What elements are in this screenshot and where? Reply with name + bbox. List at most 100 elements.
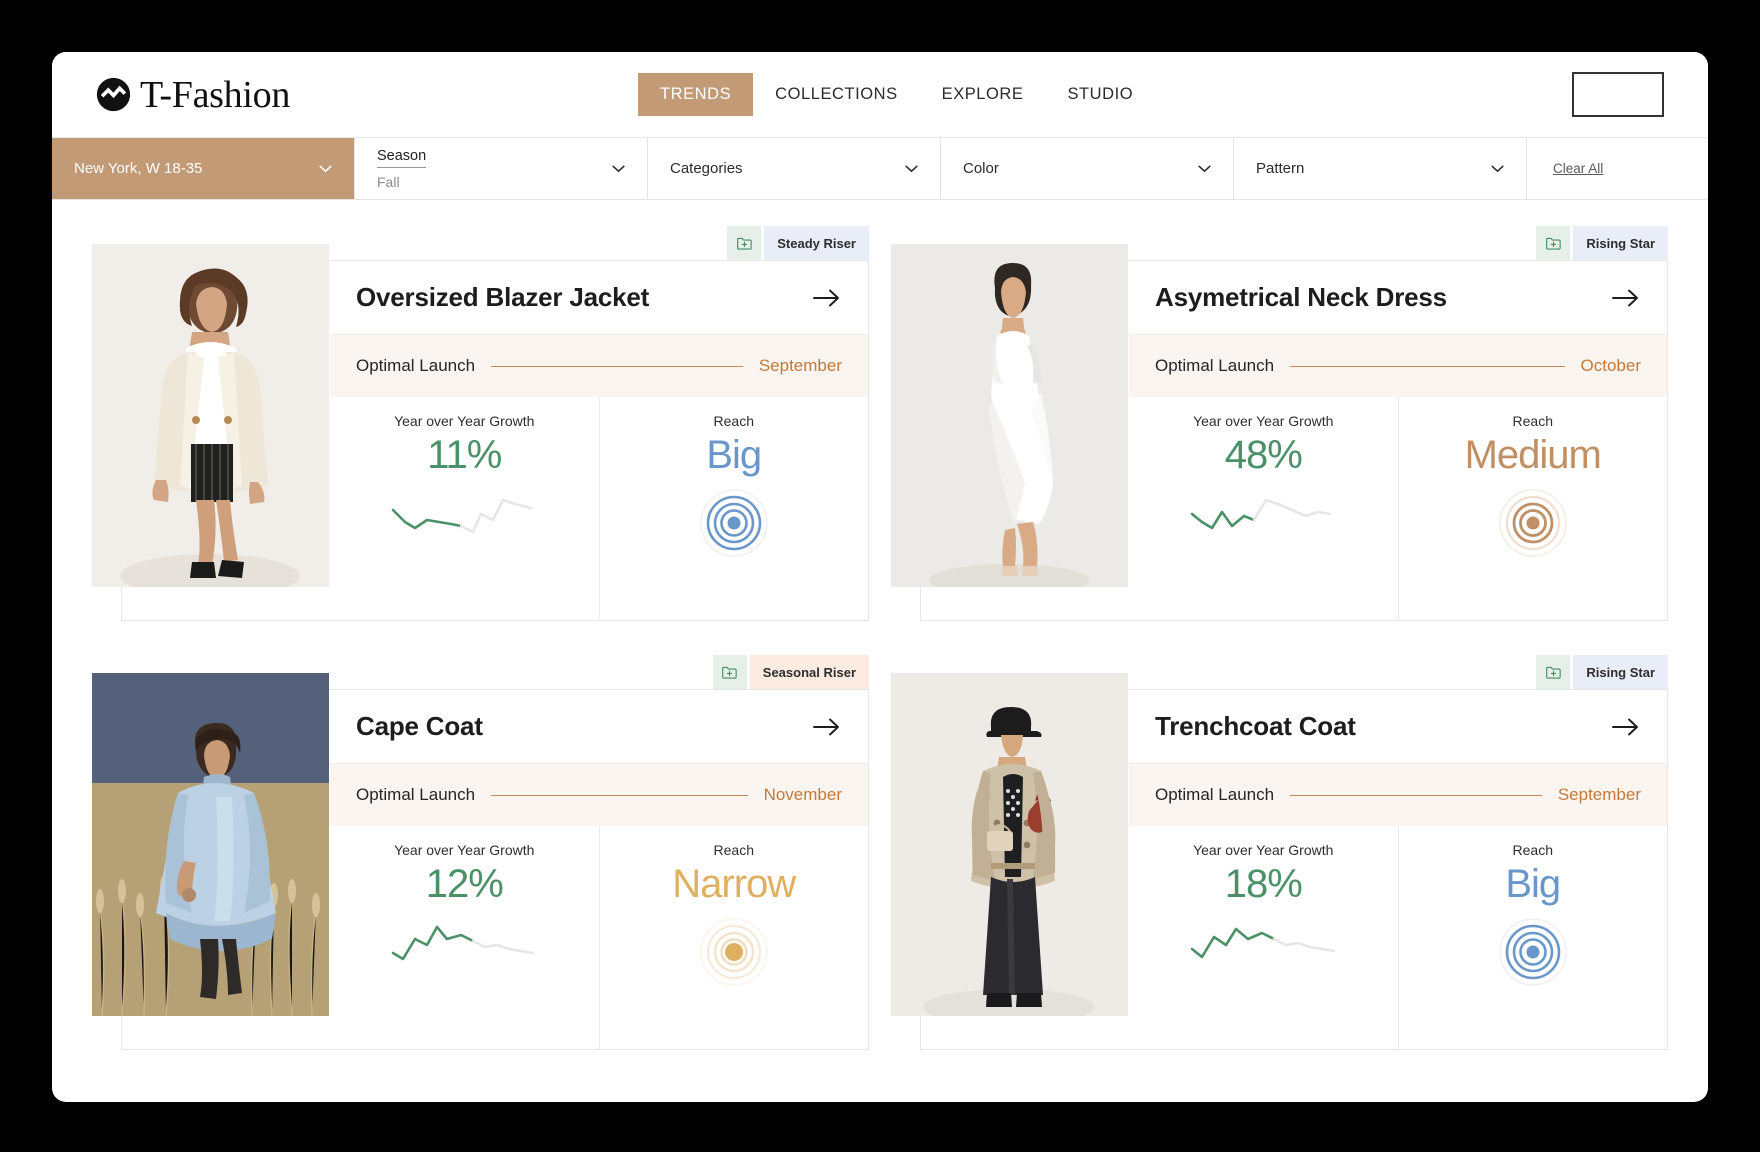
model-in-cream-oversized-blazer-illustration — [92, 244, 329, 587]
trend-photo — [92, 244, 329, 587]
filter-season[interactable]: Season Fall — [354, 138, 647, 199]
reach-label: Reach — [1512, 413, 1553, 429]
filter-color[interactable]: Color — [940, 138, 1233, 199]
card-metrics: Year over Year Growth 48% Reach Medium — [1129, 397, 1667, 620]
arrow-right-icon[interactable] — [812, 716, 842, 738]
card-title-row: Cape Coat — [330, 690, 868, 764]
card-title: Trenchcoat Coat — [1155, 711, 1356, 741]
main-nav: TRENDS COLLECTIONS EXPLORE STUDIO — [638, 73, 1155, 116]
optimal-launch-row: Optimal Launch September — [1129, 764, 1667, 826]
card-badges: Rising Star — [1536, 655, 1668, 689]
folder-plus-icon — [1546, 237, 1561, 250]
filter-categories[interactable]: Categories — [647, 138, 940, 199]
sparkline-icon — [391, 925, 535, 961]
sparkline-icon — [1190, 927, 1336, 959]
save-to-collection-button[interactable] — [712, 655, 747, 689]
optimal-launch-month: September — [758, 356, 842, 375]
filter-bar: New York, W 18-35 Season Fall Categories… — [52, 137, 1708, 200]
model-in-light-blue-cape-coat-in-field-illustration — [92, 673, 329, 1016]
growth-value: 12% — [425, 862, 504, 906]
card-badges: Steady Riser — [727, 226, 869, 260]
wave-circle-logo-icon — [96, 77, 131, 112]
filter-season-label: Season — [377, 148, 427, 168]
reach-value: Big — [706, 433, 762, 477]
metric-growth: Year over Year Growth 11% — [330, 397, 599, 620]
trend-photo — [92, 673, 329, 1016]
brand-name: T-Fashion — [140, 73, 291, 116]
filter-pattern[interactable]: Pattern — [1233, 138, 1526, 199]
filter-pattern-label: Pattern — [1256, 160, 1305, 177]
filter-location-label: New York, W 18-35 — [74, 160, 203, 177]
growth-value: 18% — [1224, 862, 1303, 906]
save-to-collection-button[interactable] — [1536, 655, 1571, 689]
metric-reach: Reach Big — [598, 397, 869, 620]
model-in-beige-trenchcoat-with-cap-illustration — [891, 673, 1128, 1016]
folder-plus-icon — [722, 666, 737, 679]
filter-color-label: Color — [963, 160, 999, 177]
trend-card[interactable]: Seasonal Riser Cape Coat Optimal Launch … — [92, 655, 869, 1050]
nav-tab-studio[interactable]: STUDIO — [1045, 73, 1155, 116]
clear-all-link[interactable]: Clear All — [1553, 161, 1603, 176]
reach-label: Reach — [713, 413, 754, 429]
optimal-launch-row: Optimal Launch November — [330, 764, 868, 826]
card-title-row: Asymetrical Neck Dress — [1129, 261, 1667, 335]
chevron-down-icon — [612, 165, 625, 172]
filter-categories-label: Categories — [670, 160, 743, 177]
save-to-collection-button[interactable] — [727, 226, 762, 260]
growth-label: Year over Year Growth — [394, 842, 535, 858]
reach-value: Medium — [1464, 433, 1602, 477]
arrow-right-icon[interactable] — [812, 287, 842, 309]
trend-type-badge: Seasonal Riser — [749, 655, 869, 689]
app-window: T-Fashion TRENDS COLLECTIONS EXPLORE STU… — [52, 52, 1708, 1102]
metric-growth: Year over Year Growth 12% — [330, 826, 599, 1049]
card-metrics: Year over Year Growth 11% Reach Big — [330, 397, 868, 620]
trend-photo — [891, 673, 1128, 1016]
metric-growth: Year over Year Growth 48% — [1129, 397, 1398, 620]
filter-location[interactable]: New York, W 18-35 — [52, 138, 354, 199]
reach-value: Narrow — [672, 862, 796, 906]
account-button[interactable] — [1572, 72, 1664, 117]
optimal-launch-month: October — [1580, 356, 1641, 375]
filter-clear-container: Clear All — [1526, 138, 1708, 199]
arrow-right-icon[interactable] — [1611, 287, 1641, 309]
nav-tab-explore[interactable]: EXPLORE — [920, 73, 1046, 116]
card-title: Cape Coat — [356, 711, 483, 741]
optimal-launch-row: Optimal Launch October — [1129, 335, 1667, 397]
brand[interactable]: T-Fashion — [96, 73, 290, 117]
card-title: Asymetrical Neck Dress — [1155, 282, 1447, 312]
nav-tab-trends[interactable]: TRENDS — [638, 73, 754, 116]
optimal-launch-label: Optimal Launch — [356, 356, 476, 375]
metric-reach: Reach Big — [1397, 826, 1668, 1049]
metric-reach: Reach Medium — [1397, 397, 1668, 620]
concentric-target-icon — [1498, 918, 1567, 986]
trend-card[interactable]: Steady Riser Oversized Blazer Jacket Opt… — [92, 226, 869, 621]
optimal-launch-label: Optimal Launch — [1155, 785, 1275, 804]
reach-label: Reach — [1512, 842, 1553, 858]
growth-label: Year over Year Growth — [1193, 413, 1334, 429]
sparkline-icon — [391, 498, 533, 534]
save-to-collection-button[interactable] — [1536, 226, 1571, 260]
launch-connector-line — [491, 794, 748, 796]
trend-type-badge: Steady Riser — [764, 226, 869, 260]
launch-connector-line — [1290, 794, 1542, 796]
chevron-down-icon — [319, 165, 332, 172]
arrow-right-icon[interactable] — [1611, 716, 1641, 738]
growth-value: 11% — [427, 433, 502, 477]
trend-card[interactable]: Rising Star — [891, 226, 1668, 621]
folder-plus-icon — [736, 237, 752, 250]
trend-card[interactable]: Rising Star — [891, 655, 1668, 1050]
sparkline-icon — [1190, 498, 1332, 530]
filter-season-value: Fall — [377, 173, 400, 190]
trend-type-badge: Rising Star — [1573, 655, 1668, 689]
trend-photo — [891, 244, 1128, 587]
card-metrics: Year over Year Growth 18% Reach Big — [1129, 826, 1667, 1049]
optimal-launch-row: Optimal Launch September — [330, 335, 868, 397]
optimal-launch-month: November — [763, 785, 842, 804]
nav-tab-collections[interactable]: COLLECTIONS — [753, 73, 920, 116]
metric-growth: Year over Year Growth 18% — [1129, 826, 1398, 1049]
concentric-target-icon — [699, 489, 768, 557]
card-title: Oversized Blazer Jacket — [356, 282, 650, 312]
metric-reach: Reach Narrow — [598, 826, 869, 1049]
card-badges: Seasonal Riser — [712, 655, 869, 689]
card-title-row: Trenchcoat Coat — [1129, 690, 1667, 764]
